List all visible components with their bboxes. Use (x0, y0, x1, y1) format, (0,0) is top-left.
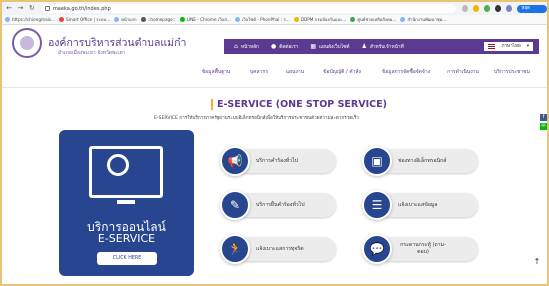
chat-icon: 💬 (362, 234, 392, 264)
language-select[interactable]: ภาษาไทย ▾ (484, 42, 533, 51)
share-icon[interactable] (461, 5, 468, 12)
avatar[interactable] (506, 5, 513, 12)
people-icon: ♟ (361, 43, 367, 50)
profile-button[interactable]: หยุดชั่วคราว (517, 4, 547, 19)
site-header: องค์การบริหารส่วนตำบลแม่ก๋า อำเภอเมืองพะ… (2, 25, 547, 88)
url-field[interactable]: maeka.go.th/index.php (41, 4, 456, 13)
bookmark-item[interactable]: หน้าแรก (114, 16, 137, 23)
bookmark-icon (234, 17, 240, 22)
social-side-tabs: f ✉ (540, 114, 547, 132)
bookmark-item[interactable]: DDPM กรมป้องกันและ... (293, 16, 346, 23)
form-icon: ✎ (220, 190, 250, 220)
eservice-section: E-SERVICE (ONE STOP SERVICE) E-SERVICE ก… (2, 88, 547, 284)
service-general-request[interactable]: 📢 บริการคำร้องทั่วไป (220, 146, 336, 176)
eservice-banner[interactable]: บริการออนไลน์ E-SERVICE CLICK HERE (59, 130, 194, 276)
service-label: กระดานกระทู้ (ถาม-ตอบ) (400, 242, 446, 255)
service-label: แจ้งเบาะแสการทุจริต (256, 245, 304, 252)
home-icon: ⌂ (234, 43, 238, 50)
reload-icon[interactable]: ↻ (28, 4, 36, 13)
bookmark-item[interactable]: เว็บไซต์ - PhonPhai : ร... (234, 16, 290, 23)
nav-item-personnel[interactable]: บุคลากร (240, 65, 278, 87)
bookmark-item[interactable]: https://chiengmais... (5, 17, 55, 22)
puzzle-icon[interactable] (495, 5, 502, 12)
topnav-staff[interactable]: ♟ สำหรับเจ้าหน้าที่ (362, 43, 404, 51)
monitor-stand (117, 200, 135, 204)
scroll-top-icon[interactable]: ↑ (532, 257, 542, 267)
running-person-icon: 🏃 (220, 234, 250, 264)
service-label: บริการคำร้องทั่วไป (256, 157, 298, 164)
address-bar: ← → ↻ maeka.go.th/index.php หยุดชั่วคราว (2, 2, 547, 19)
chevron-down-icon: ▾ (526, 44, 529, 49)
service-webboard[interactable]: 💬 กระดานกระทู้ (ถาม-ตอบ) (362, 234, 478, 264)
service-report-info[interactable]: ☰ แจ้งเบาะแสข้อมูล (362, 190, 478, 220)
nav-item-plans[interactable]: แผนงาน (278, 65, 312, 87)
complaint-board-icon: ☰ (362, 190, 392, 220)
bookmark-item[interactable]: LINE - Chrome เว็บส... (179, 16, 231, 23)
nav-item-operations[interactable]: การดำเนินงาน (440, 65, 486, 87)
topnav-contact[interactable]: ● ติดต่อเรา (271, 43, 298, 51)
section-title: E-SERVICE (ONE STOP SERVICE) (211, 99, 387, 110)
star-icon[interactable] (472, 5, 479, 12)
section-description: E-SERVICE การให้บริการภาครัฐผ่านระบบอิเล… (154, 116, 359, 121)
topnav-sitemap[interactable]: ▦ แผนผังเว็บไซต์ (310, 43, 349, 51)
lock-icon (44, 6, 50, 11)
nav-item-procurement[interactable]: ข้อมูลการจัดซื้อจัดจ้าง (372, 65, 440, 87)
banner-subtitle: E-SERVICE (97, 232, 156, 245)
service-electronic-channel[interactable]: ▣ ช่องทางอิเล็กทรอนิกส์ (362, 146, 478, 176)
bookmark-item[interactable]: สำนักงานพัฒนาชุม... (400, 16, 446, 23)
service-report-corruption[interactable]: 🏃 แจ้งเบาะแสการทุจริต (220, 234, 336, 264)
service-label: บริการยื่นคำร้องทั่วไป (256, 201, 305, 208)
extension-icon[interactable] (483, 5, 491, 12)
bookmark-icon (114, 17, 120, 22)
service-label: แจ้งเบาะแสข้อมูล (398, 201, 438, 208)
nav-item-public-service[interactable]: บริการประชาชน (486, 65, 538, 87)
service-label: ช่องทางอิเล็กทรอนิกส์ (398, 157, 447, 164)
sitemap-icon: ▦ (310, 43, 317, 50)
forward-icon[interactable]: → (16, 4, 24, 13)
org-logo[interactable] (12, 28, 42, 58)
megaphone-icon: 📢 (220, 146, 250, 176)
bookmark-item[interactable]: ศูนย์ช่วยเหลือสังคม... (350, 16, 396, 23)
topnav-home[interactable]: ⌂ หน้าหลัก (234, 43, 259, 51)
bookmark-item[interactable]: ::homepage:: (140, 17, 176, 22)
bookmark-item[interactable]: Smart Office | ระบบ... (59, 16, 110, 23)
bookmark-icon (400, 17, 406, 22)
presentation-icon: ▣ (362, 146, 392, 176)
person-icon: ● (270, 43, 277, 50)
flag-icon (488, 44, 496, 49)
bookmark-icon (59, 17, 65, 22)
nav-item-regulations[interactable]: ข้อบัญญัติ / คำสั่ง (312, 65, 372, 87)
click-here-button[interactable]: CLICK HERE (97, 252, 157, 265)
nav-item-basic-info[interactable]: ข้อมูลพื้นฐาน (192, 65, 240, 87)
service-online-request[interactable]: ✎ บริการยื่นคำร้องทั่วไป (220, 190, 336, 220)
bookmark-icon (140, 17, 146, 22)
magnifier-icon (107, 154, 129, 176)
line-icon[interactable]: ✉ (540, 123, 547, 130)
bookmarks-bar: https://chiengmais... Smart Office | ระบ… (2, 15, 547, 25)
top-nav: ⌂ หน้าหลัก ● ติดต่อเรา ▦ แผนผังเว็บไซต์ ♟ สำ… (224, 39, 539, 54)
bookmark-icon (179, 17, 185, 22)
org-subtitle: อำเภอเมืองพะเยา จังหวัดพะเยา (58, 50, 126, 56)
url-text: maeka.go.th/index.php (52, 5, 111, 12)
bookmark-icon (350, 17, 356, 22)
main-nav: ข้อมูลพื้นฐาน บุคลากร แผนงาน ข้อบัญญัติ … (192, 65, 542, 87)
bookmark-icon (293, 17, 299, 22)
facebook-icon[interactable]: f (540, 114, 547, 121)
browser-window: ← → ↻ maeka.go.th/index.php หยุดชั่วคราว… (0, 0, 549, 286)
back-icon[interactable]: ← (5, 4, 13, 13)
bookmark-icon (5, 17, 10, 22)
